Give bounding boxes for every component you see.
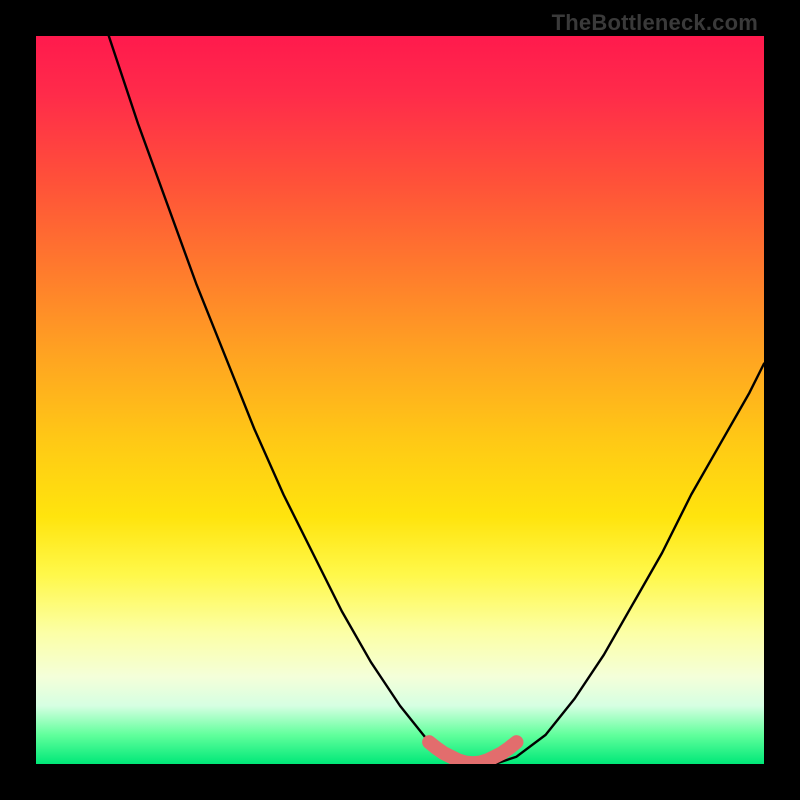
chart-plot-area (36, 36, 764, 764)
optimal-range-marker (36, 36, 764, 764)
watermark-text: TheBottleneck.com (552, 10, 758, 36)
